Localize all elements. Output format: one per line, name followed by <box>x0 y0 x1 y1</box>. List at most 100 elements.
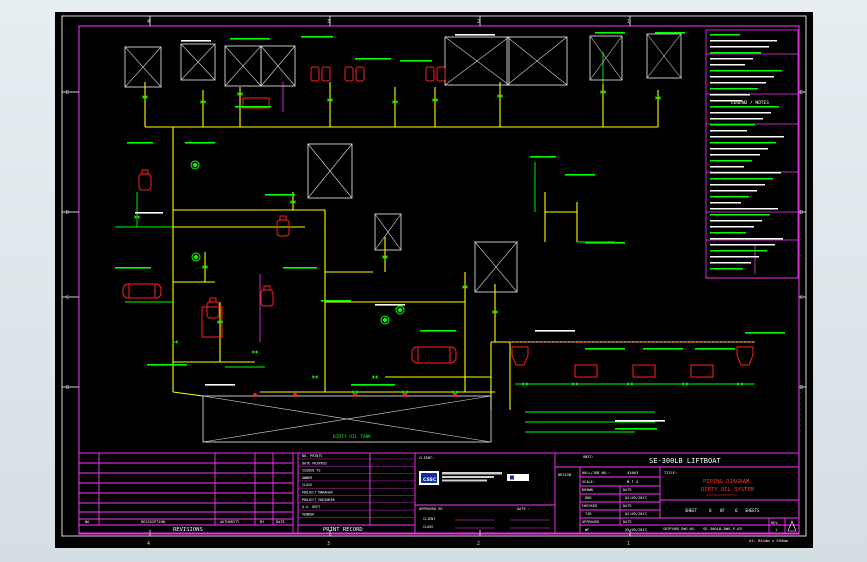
drawing-title-line-1: PIPING DIAGRAM <box>703 479 750 485</box>
approved-label: APPROVED <box>582 520 599 524</box>
purifier-icon <box>276 215 290 237</box>
tank <box>307 143 353 199</box>
print-record-row-label: PROJECT ENGINEER <box>302 498 336 502</box>
annotation-mark <box>301 36 333 38</box>
tank <box>260 45 296 87</box>
checked-value: TJR <box>585 512 592 516</box>
flange-icon <box>293 393 297 397</box>
annotation-mark <box>147 364 187 366</box>
annotation-mark <box>181 40 211 42</box>
class-sign-label: CLASS <box>423 525 433 529</box>
annotation-mark <box>115 267 151 269</box>
note-line <box>710 52 761 54</box>
sheet-number: 6 <box>709 508 712 514</box>
hull-value: 43003 <box>627 470 638 475</box>
note-line <box>710 208 778 210</box>
note-line <box>710 160 752 162</box>
note-line <box>710 256 759 258</box>
client-sign-label: CLIENT <box>423 517 435 521</box>
tank <box>506 36 568 86</box>
date-label-2: DATE <box>623 504 632 508</box>
note-line <box>710 142 776 144</box>
date-label-1: DATE <box>623 488 632 492</box>
heater-icon <box>411 346 457 364</box>
note-line <box>710 88 758 90</box>
unit-label: UNIT: <box>583 455 594 459</box>
svg-text:2: 2 <box>477 19 480 25</box>
tank <box>474 241 518 293</box>
note-line <box>710 124 755 126</box>
annotation-mark <box>530 156 556 158</box>
note-line <box>710 82 766 84</box>
sheet-total: 6 <box>735 508 738 514</box>
annotation-mark <box>265 194 295 196</box>
flange-icon <box>453 393 457 397</box>
valve-icon <box>312 375 318 379</box>
side-vertical-text: - - - - - - - - - - - - - - - - <box>799 232 804 432</box>
separator-icon <box>574 364 598 378</box>
note-line <box>710 106 779 108</box>
note-line <box>710 34 740 36</box>
hull-label: HULL/JOB NO.: <box>582 471 610 475</box>
date-value-2: 02/09/2013 <box>625 512 647 516</box>
note-line <box>710 232 746 234</box>
dirty-oil-tank-label: DIRTY OIL TANK <box>333 434 371 440</box>
note-line <box>710 214 770 216</box>
gauge-icon <box>395 305 405 315</box>
cad-drawing-viewport[interactable]: 4321 4321 EDCB EDCB LEGEND / NOTES - - -… <box>55 12 813 548</box>
svg-text:CSSC: CSSC <box>423 477 437 483</box>
annotation-mark <box>535 330 575 332</box>
client-label: CLIENT: <box>419 456 434 460</box>
rev-value: 1 <box>775 527 778 532</box>
purifier-icon <box>138 169 152 191</box>
annotation-mark <box>745 332 785 334</box>
sheets-label: SHEETS <box>745 508 760 513</box>
of-label: OF <box>720 508 725 513</box>
note-line <box>710 118 763 120</box>
annotation-mark <box>595 32 625 34</box>
rev-col-date: DATE <box>276 520 285 524</box>
notes-text-lines <box>710 34 784 270</box>
flange-icon <box>353 393 357 397</box>
note-line <box>710 148 768 150</box>
approved-by-label: APPROVED BY <box>419 507 444 511</box>
note-line <box>710 94 750 96</box>
svg-text:4: 4 <box>147 19 150 25</box>
note-line <box>710 166 744 168</box>
note-line <box>710 64 745 66</box>
annotation-mark <box>455 34 495 36</box>
annotation-mark <box>135 212 163 214</box>
tank <box>646 33 682 79</box>
note-line <box>710 226 754 228</box>
annotation-mark <box>355 58 391 60</box>
revisions-title: REVISIONS <box>173 527 203 533</box>
separator-icon <box>690 364 714 378</box>
separator-icon <box>736 346 754 366</box>
tank <box>224 45 262 87</box>
print-record-row-label: VENDOR <box>302 512 315 516</box>
valve-icon <box>627 382 633 386</box>
drawn-value: DKD <box>585 496 592 500</box>
rev-label: REV. <box>771 521 780 525</box>
rev-col-by: BY <box>260 520 265 524</box>
svg-text:3: 3 <box>327 19 330 25</box>
notes-heading: LEGEND / NOTES <box>731 100 769 106</box>
note-line <box>710 70 782 72</box>
valve-icon <box>737 382 743 386</box>
valve-icon <box>372 375 378 379</box>
pump-pair-icon <box>310 66 331 82</box>
svg-text:3: 3 <box>327 541 330 547</box>
annotation-mark <box>283 267 317 269</box>
approved-date-label: DATE : <box>517 507 530 511</box>
sheet-label: SHEET <box>685 508 698 513</box>
date-label-3: DATE <box>623 520 632 524</box>
flange-icon <box>403 393 407 397</box>
scale-value: N.T.S <box>627 479 639 484</box>
note-line <box>710 190 757 192</box>
tank-group <box>124 33 682 293</box>
date-value-3: 25/09/2013 <box>625 528 647 532</box>
piping-diagram-sheet: 4321 4321 EDCB EDCB LEGEND / NOTES - - -… <box>61 15 807 547</box>
print-record-row-label: ISSUED TO <box>302 469 320 473</box>
valve-icon <box>522 382 528 386</box>
drawing-no: SE-300LB-DWG-P-03 <box>703 526 742 531</box>
